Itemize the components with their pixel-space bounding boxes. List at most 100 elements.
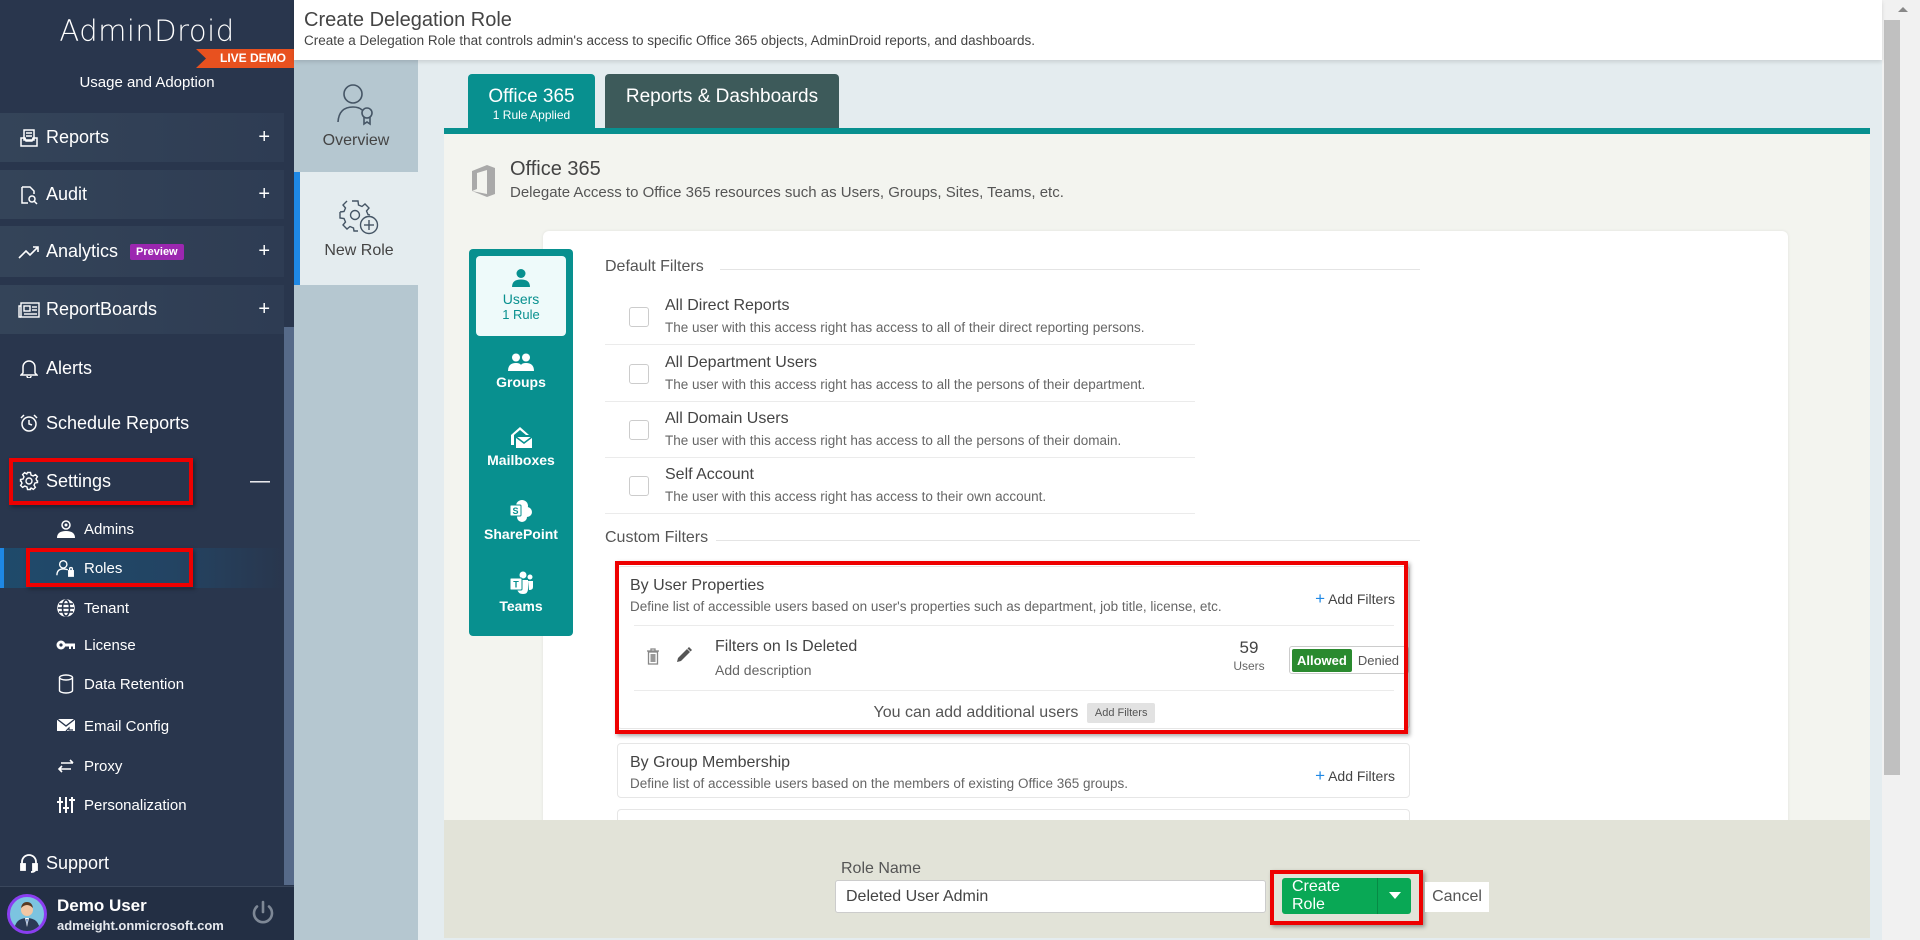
object-tab-sharepoint-label: SharePoint: [484, 526, 558, 542]
nav-reportboards[interactable]: ReportBoards +: [0, 285, 284, 334]
reportboards-icon: [18, 299, 40, 321]
group-icon: [508, 353, 534, 371]
collapse-icon[interactable]: —: [250, 470, 270, 493]
checkbox-all-department-users[interactable]: [629, 364, 649, 384]
nav-alerts-label: Alerts: [46, 357, 93, 378]
nav-proxy-label: Proxy: [84, 757, 123, 775]
subnav-overview[interactable]: Overview: [294, 60, 418, 172]
section-title: Office 365: [510, 158, 601, 180]
object-tab-groups[interactable]: Groups: [476, 353, 566, 390]
scrollbar-thumb[interactable]: [1884, 20, 1900, 775]
create-role-label: Create Role: [1292, 878, 1341, 913]
bell-icon: [18, 357, 40, 379]
mailbox-icon: [511, 427, 533, 448]
rule-title[interactable]: Filters on Is Deleted: [715, 638, 857, 656]
checkbox-all-direct-reports[interactable]: [629, 307, 649, 327]
filter-title: All Domain Users: [665, 410, 789, 427]
edit-pencil-icon[interactable]: [676, 647, 692, 668]
nav-admins[interactable]: Admins: [0, 511, 284, 547]
denied-option[interactable]: Denied: [1352, 649, 1405, 672]
nav-settings[interactable]: Settings —: [0, 459, 284, 503]
caret-down-icon[interactable]: [1377, 878, 1411, 914]
nav-support[interactable]: Support: [0, 841, 284, 885]
nav-reports[interactable]: Reports +: [0, 113, 284, 162]
nav-settings-label: Settings: [46, 470, 112, 491]
nav-alerts[interactable]: Alerts: [0, 346, 284, 390]
filter-description: The user with this access right has acce…: [665, 320, 1145, 335]
object-tab-users[interactable]: Users 1 Rule: [476, 256, 566, 336]
expand-icon[interactable]: +: [258, 126, 270, 149]
logo: AdminDroid: [59, 14, 235, 48]
subnav-overview-label: Overview: [322, 132, 390, 149]
subnav-new-role-label: New Role: [324, 242, 394, 259]
gear-icon: [18, 470, 40, 492]
edition-label: Usage and Adoption: [79, 74, 215, 91]
user-icon: [512, 269, 530, 287]
object-tab-mailboxes[interactable]: Mailboxes: [476, 425, 566, 468]
rule-user-count-label: Users: [1233, 659, 1265, 673]
expand-icon[interactable]: +: [258, 183, 270, 206]
audit-icon: [18, 184, 40, 206]
nav-personalization[interactable]: Personalization: [0, 787, 284, 823]
divider: [720, 269, 1420, 270]
sidebar-scrollbar[interactable]: [284, 327, 294, 885]
plus-icon: +: [1315, 766, 1326, 785]
nav-analytics[interactable]: Analytics Preview +: [0, 226, 284, 277]
live-demo-badge: LIVE DEMO: [196, 49, 294, 68]
user-badge-icon: [337, 84, 373, 126]
nav-admins-label: Admins: [84, 520, 135, 538]
nav-license[interactable]: License: [0, 627, 284, 663]
filter-description: The user with this access right has acce…: [665, 377, 1146, 392]
plus-icon: +: [1315, 589, 1326, 608]
nav-data-retention[interactable]: Data Retention: [0, 666, 284, 702]
nav-email-config[interactable]: Email Config: [0, 708, 284, 744]
checkbox-all-domain-users[interactable]: [629, 420, 649, 440]
email-config-icon: [56, 716, 76, 736]
headset-icon: [18, 852, 40, 874]
page-subtitle: Create a Delegation Role that controls a…: [304, 33, 1035, 48]
nav-schedule-reports[interactable]: Schedule Reports: [0, 401, 284, 445]
add-filters-link[interactable]: + Add Filters: [1315, 589, 1395, 609]
tab-reports-dashboards[interactable]: Reports & Dashboards: [605, 74, 839, 128]
nav-tenant[interactable]: Tenant: [0, 590, 284, 626]
allowed-option[interactable]: Allowed: [1292, 648, 1352, 672]
globe-icon: [56, 598, 76, 618]
office-365-icon: [470, 164, 496, 198]
tab-office-365-label: Office 365: [488, 86, 575, 107]
by-group-membership-title: By Group Membership: [630, 754, 791, 771]
scroll-up-arrow-icon[interactable]: [1898, 7, 1908, 12]
filter-title: All Department Users: [665, 354, 818, 371]
analytics-icon: [18, 241, 40, 263]
trash-icon[interactable]: [646, 648, 660, 670]
expand-icon[interactable]: +: [258, 240, 270, 263]
tab-office-365[interactable]: Office 365 1 Rule Applied: [468, 74, 595, 128]
cancel-button[interactable]: Cancel: [1425, 882, 1489, 912]
add-filters-button[interactable]: Add Filters: [1086, 703, 1156, 723]
section-description: Delegate Access to Office 365 resources …: [510, 184, 1064, 201]
nav-roles[interactable]: Roles: [0, 548, 284, 588]
nav-audit-label: Audit: [46, 184, 88, 204]
nav-proxy[interactable]: Proxy: [0, 748, 284, 784]
page-title: Create Delegation Role: [304, 9, 512, 31]
nav-audit[interactable]: Audit +: [0, 170, 284, 219]
expand-icon[interactable]: +: [258, 298, 270, 321]
nav-personalization-label: Personalization: [84, 796, 187, 814]
user-footer: Demo User admeight.onmicrosoft.com: [0, 886, 294, 940]
create-role-button[interactable]: Create Role: [1282, 878, 1411, 914]
subnav-new-role[interactable]: New Role: [294, 172, 418, 285]
object-tab-teams[interactable]: T Teams: [476, 571, 566, 614]
nav-email-config-label: Email Config: [84, 717, 170, 735]
add-filters-link[interactable]: + Add Filters: [1315, 766, 1395, 786]
filter-description: The user with this access right has acce…: [665, 433, 1122, 448]
filter-title: All Direct Reports: [665, 297, 790, 314]
role-name-input[interactable]: [835, 880, 1266, 913]
nav-analytics-label: Analytics: [46, 241, 119, 261]
filter-all-department-users: All Department Users The user with this …: [605, 345, 1195, 402]
checkbox-self-account[interactable]: [629, 476, 649, 496]
nav-tenant-label: Tenant: [84, 599, 130, 617]
rule-description[interactable]: Add description: [715, 662, 812, 678]
filter-self-account: Self Account The user with this access r…: [605, 457, 1195, 514]
power-icon[interactable]: [249, 899, 277, 927]
avatar[interactable]: [7, 894, 47, 934]
object-tab-sharepoint[interactable]: S SharePoint: [476, 499, 566, 542]
